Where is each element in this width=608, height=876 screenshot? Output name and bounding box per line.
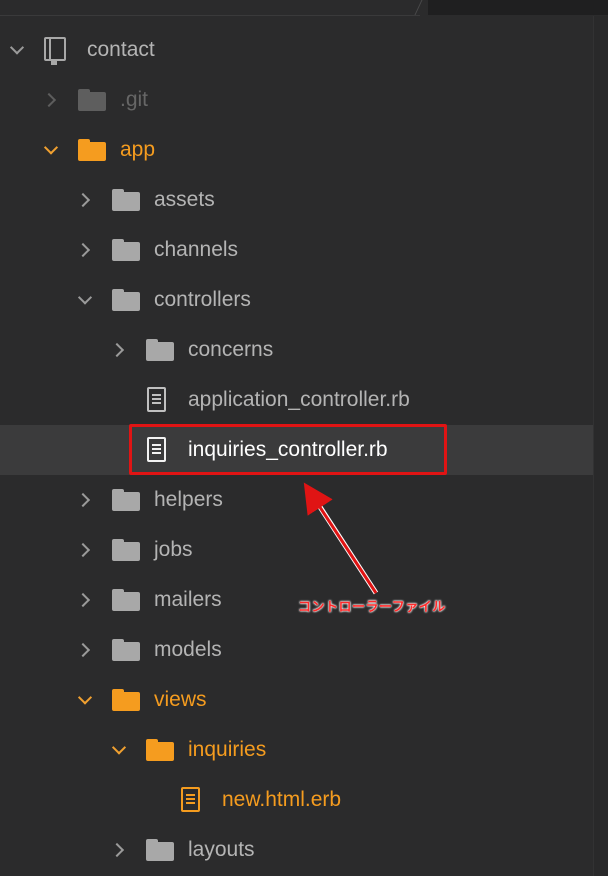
folder-icon [112,237,140,261]
tree-item-app[interactable]: app [0,125,594,175]
folder-icon [146,837,174,861]
tree-item-new-html-erb[interactable]: new.html.erb [0,775,594,825]
chevron-down-icon[interactable] [74,675,96,725]
folder-open-icon [112,687,140,711]
folder-icon [112,637,140,661]
tree-item-label: mailers [154,588,222,611]
tree-item-label: app [120,138,156,161]
folder-icon [146,337,174,361]
tree-item-application-controller[interactable]: application_controller.rb [0,375,594,425]
tree-item-channels[interactable]: channels [0,225,594,275]
tree-item-label: jobs [154,538,193,561]
folder-open-icon [78,137,106,161]
chevron-right-icon[interactable] [74,525,96,575]
chevron-down-icon[interactable] [108,725,130,775]
folder-icon [112,187,140,211]
chevron-right-icon[interactable] [108,325,130,375]
folder-open-icon [146,737,174,761]
file-text-icon [147,387,166,412]
tree-item-views-inquiries[interactable]: inquiries [0,725,594,775]
tree-item-label: controllers [154,288,251,311]
annotation-label: コントローラーファイル [298,599,446,614]
chevron-right-icon[interactable] [108,825,130,875]
tab-bar-empty-area [428,0,608,15]
chevron-down-icon[interactable] [74,275,96,325]
annotation-highlight-box [129,424,447,475]
scrollbar-track[interactable] [593,16,608,876]
tab-bar-divider [0,15,420,16]
tree-item-label: views [154,688,207,711]
repo-icon [44,37,68,65]
tree-item-label: concerns [188,338,274,361]
tree-root-label: contact [87,38,155,61]
tree-item-helpers[interactable]: helpers [0,475,594,525]
chevron-right-icon[interactable] [74,175,96,225]
tree-item-views[interactable]: views [0,675,594,725]
tree-item-label: inquiries [188,738,267,761]
tree-item-label: helpers [154,488,223,511]
chevron-right-icon[interactable] [74,625,96,675]
tree-item-label: new.html.erb [222,788,342,811]
chevron-right-icon[interactable] [74,225,96,275]
folder-open-icon [112,287,140,311]
file-text-icon [181,787,200,812]
tree-root-contact[interactable]: contact [0,25,594,75]
folder-icon [112,587,140,611]
tree-item-label: models [154,638,222,661]
chevron-right-icon[interactable] [74,575,96,625]
tree-item-jobs[interactable]: jobs [0,525,594,575]
tree-item-label: assets [154,188,215,211]
tree-item-models[interactable]: models [0,625,594,675]
tree-item-mailers[interactable]: mailers [0,575,594,625]
chevron-right-icon[interactable] [74,475,96,525]
tree-item-label: .git [120,88,149,111]
folder-icon [112,487,140,511]
tree-item-label: application_controller.rb [188,388,410,411]
chevron-right-icon[interactable] [40,75,62,125]
tree-item-assets[interactable]: assets [0,175,594,225]
folder-icon [112,537,140,561]
tree-item-controllers[interactable]: controllers [0,275,594,325]
tree-item-git[interactable]: .git [0,75,594,125]
tree-item-concerns[interactable]: concerns [0,325,594,375]
chevron-down-icon[interactable] [6,25,28,75]
folder-icon [78,87,106,111]
tree-item-label: layouts [188,838,255,861]
tab-bar [0,0,608,16]
tree-item-layouts[interactable]: layouts [0,825,594,875]
tree-item-label: channels [154,238,239,261]
chevron-down-icon[interactable] [40,125,62,175]
